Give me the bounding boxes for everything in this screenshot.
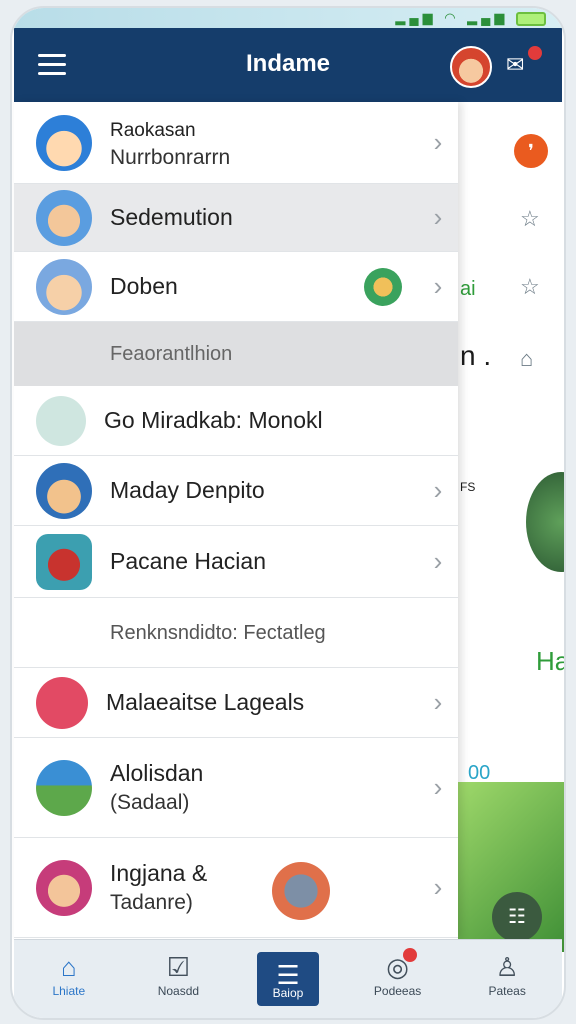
boy-avatar-icon [36,258,92,315]
drawer-item-label: Sedemution [110,203,233,230]
partial-text: Ha [536,646,566,676]
mini-avatar-icon [364,268,402,306]
home-icon: ⌂ [60,952,77,982]
status-bar: ▂▄▆ ◠ ▂▄▆ [12,8,564,30]
floating-action-button[interactable]: ☷ [492,892,542,942]
avatar[interactable] [450,46,492,88]
pirate-avatar-icon [36,462,92,519]
tab-label: Baiop [272,986,304,1000]
chevron-right-icon: › [433,687,443,717]
drawer-item[interactable]: Raokasan Nurrbonrarrn › [14,102,458,184]
orange-badge-icon[interactable]: ❜ [514,134,548,168]
king-avatar-icon [36,114,92,171]
drawer-item[interactable]: Go Miradkab: Monokl [14,386,458,456]
section-header: Feaorantlhion [14,322,458,386]
chevron-right-icon: › [433,127,443,157]
person-icon: ♙ [495,952,519,982]
section-header: Renknsndidto: Fectatleg [14,598,458,668]
drawer-item[interactable]: Doben › [14,252,458,322]
chat-icon: ◎ [386,952,409,982]
kids-avatar-icon [36,189,92,246]
tab-inbox[interactable]: ☑ Noasdd [124,940,234,1018]
tab-chat[interactable]: ◎ Podeeas [343,940,453,1018]
battery-icon [516,11,546,26]
tab-home[interactable]: ⌂ Lhiate [14,940,124,1018]
star-outline-icon[interactable]: ☆ [520,274,540,300]
drawer-item-label: Maday Denpito [110,476,265,503]
drawer-item-label: Alolisdan (Sadaal) [110,759,204,814]
drawer-item-label: Ingjana & Tadanre) [110,859,208,914]
partial-text: FS [460,480,476,494]
chevron-right-icon: › [433,546,443,576]
drawer-item[interactable]: Malaeaitse Lageals › [14,668,458,738]
drawer-item-label: Malaeaitse Lageals [106,688,305,715]
tab-list[interactable]: ☰ Baiop [233,940,343,1018]
background-content: ❜ ☆ ai ☆ n . ⌂ FS Ha 00 ☷ [458,102,566,952]
chevron-right-icon: › [433,202,443,232]
tab-label: Pateas [488,984,526,998]
drawer-item-label: Pacane Hacian [110,547,266,574]
phone-frame: ▂▄▆ ◠ ▂▄▆ Indame ✉ ❜ ☆ ai ☆ n . ⌂ FS Ha … [10,6,566,1020]
tab-label: Podeeas [373,984,422,998]
tab-label: Noasdd [157,984,200,998]
tab-profile[interactable]: ♙ Pateas [452,940,562,1018]
chevron-right-icon: › [433,872,443,902]
notification-badge [528,46,542,60]
girl-avatar-icon [36,533,92,590]
teal-circle-icon [36,395,86,446]
status-icons: ▂▄▆ ◠ ▂▄▆ [395,10,546,26]
character-icon [272,862,330,920]
chevron-right-icon: › [433,271,443,301]
tab-label: Lhiate [52,984,86,998]
bottom-navigation: ⌂ Lhiate ☑ Noasdd ☰ Baiop ◎ Podeeas ♙ Pa… [14,939,562,1018]
inbox-icon: ☑ [166,952,191,982]
star-icon[interactable]: ☆ [520,206,540,232]
notification-badge [402,948,417,962]
clown-avatar-icon [36,859,92,916]
landscape-icon [36,759,92,816]
active-tab-box: ☰ Baiop [256,952,320,1006]
partial-text: ai [460,278,476,300]
drawer-item[interactable]: Alolisdan (Sadaal) › [14,738,458,838]
camera-icon[interactable]: ⌂ [520,346,533,372]
partial-image [526,472,564,572]
drawer-item-label: Raokasan Nurrbonrarrn [110,119,231,169]
drawer-item-label: Go Miradkab: Monokl [104,406,323,433]
app-header: Indame ✉ [14,28,562,102]
drawer-item[interactable]: Pacane Hacian › [14,526,458,598]
drawer-item[interactable]: Maday Denpito › [14,456,458,526]
drawer-item[interactable]: Ingjana & Tadanre) › [14,838,458,938]
drawer-item[interactable]: Sedemution › [14,184,458,252]
chevron-right-icon: › [433,475,443,505]
navigation-drawer: Raokasan Nurrbonrarrn › Sedemution › Dobe… [14,102,458,940]
chevron-right-icon: › [433,772,443,802]
pink-circle-icon [36,676,88,729]
partial-text: n . [460,340,492,371]
list-icon: ☰ [276,960,300,990]
